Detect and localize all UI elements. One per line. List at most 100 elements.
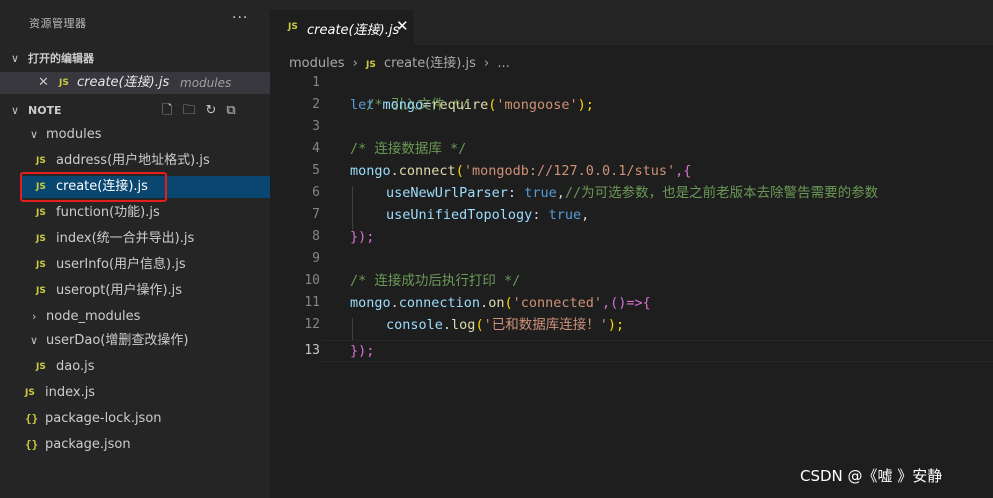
- code-comment: //为可选参数，也是之前老版本去除警告需要的参数: [564, 185, 879, 201]
- tree-file-item[interactable]: JS useropt(用户操作).js: [0, 280, 270, 302]
- js-file-icon: JS: [36, 286, 46, 296]
- red-highlight-box: [20, 172, 167, 202]
- code-function: on: [488, 295, 505, 311]
- breadcrumb-folder[interactable]: modules: [289, 56, 345, 71]
- close-icon[interactable]: ✕: [38, 72, 49, 94]
- tree-file-item[interactable]: JS dao.js: [0, 356, 270, 378]
- js-file-icon: JS: [36, 234, 46, 244]
- folder-userdao[interactable]: ∨ userDao(增删查改操作): [0, 330, 270, 352]
- new-folder-icon[interactable]: 🗀: [182, 100, 195, 122]
- code-bracket: });: [350, 343, 375, 359]
- current-line-highlight: [322, 340, 993, 362]
- file-label: dao.js: [56, 359, 95, 374]
- code-bracket: );: [607, 317, 625, 333]
- js-file-icon: JS: [59, 78, 69, 88]
- code-punctuation: .: [442, 317, 452, 333]
- code-boolean: true: [524, 185, 557, 201]
- chevron-down-icon: ∨: [30, 128, 39, 141]
- folder-node-modules[interactable]: › node_modules: [0, 306, 270, 328]
- js-file-icon: JS: [36, 156, 46, 166]
- line-number: 1: [312, 75, 320, 90]
- code-line-6[interactable]: useNewUrlParser: true,//为可选参数，也是之前老版本去除警…: [386, 182, 878, 204]
- json-file-icon: {}: [25, 412, 39, 425]
- breadcrumb-more[interactable]: ...: [497, 56, 509, 71]
- js-file-icon: JS: [288, 22, 298, 32]
- open-editor-item[interactable]: ✕ JS create(连接).js modules: [0, 72, 270, 94]
- code-punctuation: ,: [556, 185, 565, 201]
- code-line-11[interactable]: mongo.connection.on('connected',()=>{: [350, 292, 651, 314]
- refresh-icon[interactable]: ↻: [205, 100, 216, 122]
- chevron-down-icon: ∨: [30, 334, 39, 347]
- js-file-icon: JS: [36, 208, 46, 218]
- code-line-12[interactable]: console.log('已和数据库连接！');: [386, 314, 624, 336]
- code-comment: /* 连接成功后执行打印 */: [350, 273, 521, 289]
- code-function: require: [431, 97, 489, 113]
- breadcrumb-separator: ›: [484, 56, 490, 71]
- folder-modules[interactable]: ∨ modules: [0, 124, 270, 146]
- new-file-icon[interactable]: 🗋: [162, 100, 172, 122]
- code-variable: console: [386, 317, 443, 333]
- code-keyword: let: [350, 97, 375, 113]
- collapse-all-icon[interactable]: ⧉: [226, 100, 235, 122]
- code-punctuation: .: [390, 163, 399, 179]
- code-line-13[interactable]: });: [350, 340, 374, 362]
- line-number: 5: [312, 163, 320, 178]
- open-editor-filename: create(连接).js: [77, 75, 170, 90]
- code-variable: mongo: [350, 295, 391, 311]
- code-string: '已和数据库连接！': [483, 317, 608, 333]
- file-label: index.js: [45, 385, 96, 400]
- indent-guide: [352, 186, 353, 230]
- file-label: package-lock.json: [45, 411, 162, 426]
- tree-file-item[interactable]: JS address(用户地址格式).js: [0, 150, 270, 172]
- folder-label: node_modules: [46, 309, 141, 324]
- tree-file-item[interactable]: JS function(功能).js: [0, 202, 270, 224]
- watermark: CSDN @《嘘 》安静: [800, 467, 943, 485]
- line-number: 6: [312, 185, 320, 200]
- code-line-2[interactable]: let mongo=require('mongoose');: [350, 94, 594, 116]
- line-number: 8: [312, 229, 320, 244]
- breadcrumb-separator: ›: [352, 56, 358, 71]
- code-bracket: );: [577, 97, 594, 113]
- code-bracket: ,()=>{: [602, 295, 651, 311]
- section-open-editors[interactable]: ∨ 打开的编辑器: [0, 48, 270, 70]
- editor-tab[interactable]: JS create(连接).js ✕: [270, 10, 414, 45]
- line-number: 12: [304, 317, 320, 332]
- line-number-active: 13: [304, 343, 320, 358]
- code-variable: mongo: [374, 97, 424, 113]
- code-bracket: ,{: [675, 163, 692, 179]
- code-bracket: });: [350, 229, 375, 245]
- tree-file-item[interactable]: {} package.json: [0, 434, 270, 456]
- json-file-icon: {}: [25, 438, 39, 451]
- code-string: 'mongoose': [496, 97, 578, 113]
- code-property: useNewUrlParser: [386, 185, 508, 201]
- line-number: 3: [312, 119, 320, 134]
- tree-file-item[interactable]: JS index(统一合并导出).js: [0, 228, 270, 250]
- code-line-1[interactable]: /* 引入文件 */: [350, 72, 469, 113]
- code-punctuation: ,: [581, 207, 590, 223]
- code-punctuation: :: [507, 185, 525, 201]
- chevron-down-icon: ∨: [11, 104, 20, 117]
- close-icon[interactable]: ✕: [396, 17, 409, 35]
- tree-file-item[interactable]: {} package-lock.json: [0, 408, 270, 430]
- section-note[interactable]: ∨ NOTE 🗋 🗀 ↻ ⧉: [0, 100, 270, 122]
- code-string: 'mongodb://127.0.0.1/stus': [463, 163, 676, 179]
- code-line-7[interactable]: useUnifiedTopology: true,: [386, 204, 589, 226]
- code-line-10[interactable]: /* 连接成功后执行打印 */: [350, 270, 520, 292]
- explorer-sidebar: 资源管理器 ··· ∨ 打开的编辑器 ✕ JS create(连接).js mo…: [0, 0, 270, 498]
- js-file-icon: JS: [25, 388, 35, 398]
- code-line-5[interactable]: mongo.connect('mongodb://127.0.0.1/stus'…: [350, 160, 691, 182]
- code-comment: /* 连接数据库 */: [350, 141, 467, 157]
- code-string: 'connected': [512, 295, 603, 311]
- breadcrumb-file[interactable]: create(连接).js: [384, 56, 476, 71]
- file-label: function(功能).js: [56, 205, 160, 220]
- more-actions-icon[interactable]: ···: [232, 10, 248, 26]
- line-number: 4: [312, 141, 320, 156]
- js-file-icon: JS: [36, 362, 46, 372]
- file-label: index(统一合并导出).js: [56, 231, 195, 246]
- code-property: useUnifiedTopology: [386, 207, 533, 223]
- indent-guide: [352, 318, 353, 340]
- code-line-4[interactable]: /* 连接数据库 */: [350, 138, 466, 160]
- tree-file-item[interactable]: JS index.js: [0, 382, 270, 404]
- tree-file-item[interactable]: JS userInfo(用户信息).js: [0, 254, 270, 276]
- code-line-8[interactable]: });: [350, 226, 374, 248]
